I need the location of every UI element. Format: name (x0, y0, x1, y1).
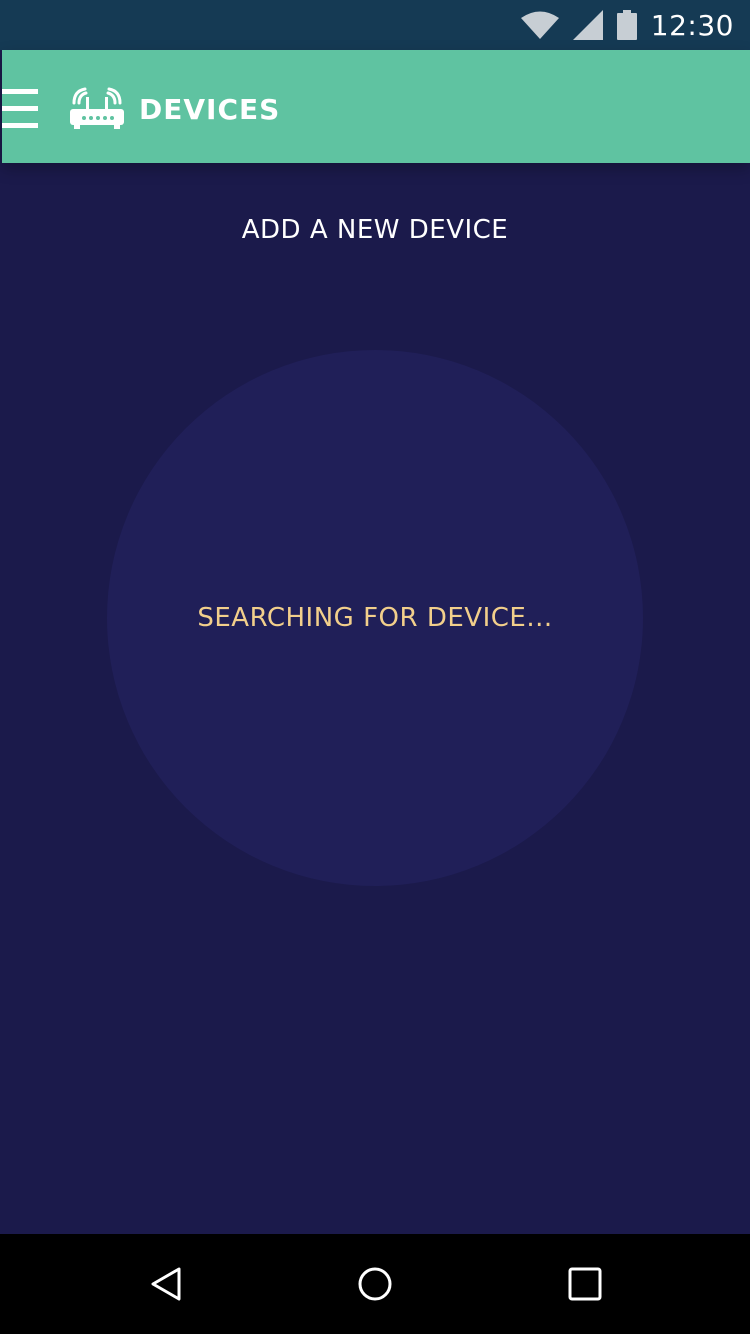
devices-screen: 12:30 DEVICES ADD A NEW DEVICE SEARCHING… (0, 0, 750, 1334)
back-icon (151, 1267, 181, 1301)
home-icon (358, 1267, 392, 1301)
app-bar: DEVICES (2, 50, 750, 163)
status-icons: 12:30 (520, 0, 734, 50)
recent-apps-button[interactable] (535, 1234, 635, 1334)
battery-icon (616, 10, 637, 40)
wifi-icon (520, 11, 559, 39)
cell-signal-icon (572, 10, 603, 40)
router-icon (70, 87, 124, 129)
search-indicator-circle: SEARCHING FOR DEVICE... (107, 350, 643, 886)
back-button[interactable] (116, 1234, 216, 1334)
status-time: 12:30 (650, 8, 734, 42)
system-nav-bar (0, 1234, 750, 1334)
search-status-text: SEARCHING FOR DEVICE... (197, 603, 553, 633)
home-button[interactable] (325, 1234, 425, 1334)
hamburger-menu-icon[interactable] (2, 89, 38, 129)
add-device-heading: ADD A NEW DEVICE (241, 215, 509, 245)
page-title: DEVICES (139, 93, 281, 126)
status-bar: 12:30 (0, 0, 750, 50)
recent-apps-icon (568, 1267, 602, 1301)
